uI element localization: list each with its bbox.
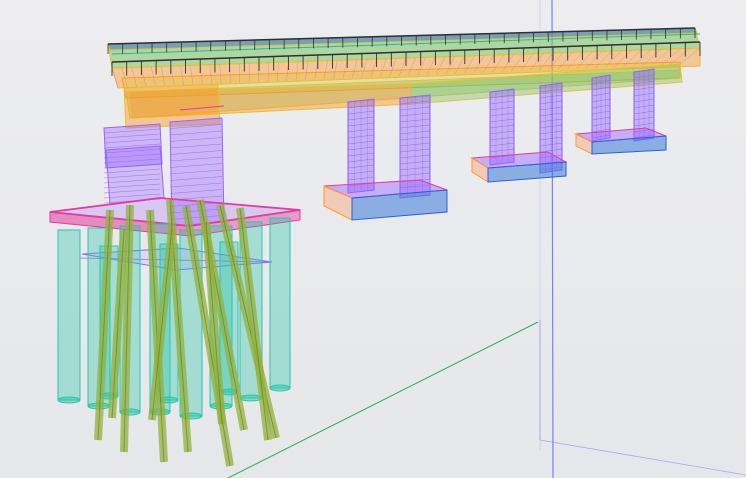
pile-sleeve[interactable]	[269, 217, 291, 389]
pile-sleeve-base[interactable]	[57, 396, 81, 404]
pile-sleeve[interactable]	[57, 229, 81, 401]
bridge-3d-model[interactable]	[0, 0, 746, 478]
pier-1a[interactable]	[347, 98, 375, 194]
grid-line-blue-floor[interactable]	[539, 439, 746, 476]
footing-3[interactable]	[574, 127, 667, 155]
pier-2a[interactable]	[489, 88, 515, 166]
footing-2[interactable]	[470, 151, 568, 183]
model-viewport[interactable]	[0, 0, 746, 478]
pile-group[interactable]	[57, 199, 291, 467]
pile-sleeve-base[interactable]	[269, 384, 291, 392]
footing-1[interactable]	[323, 179, 448, 221]
abutment-wingwall[interactable]	[105, 145, 165, 205]
